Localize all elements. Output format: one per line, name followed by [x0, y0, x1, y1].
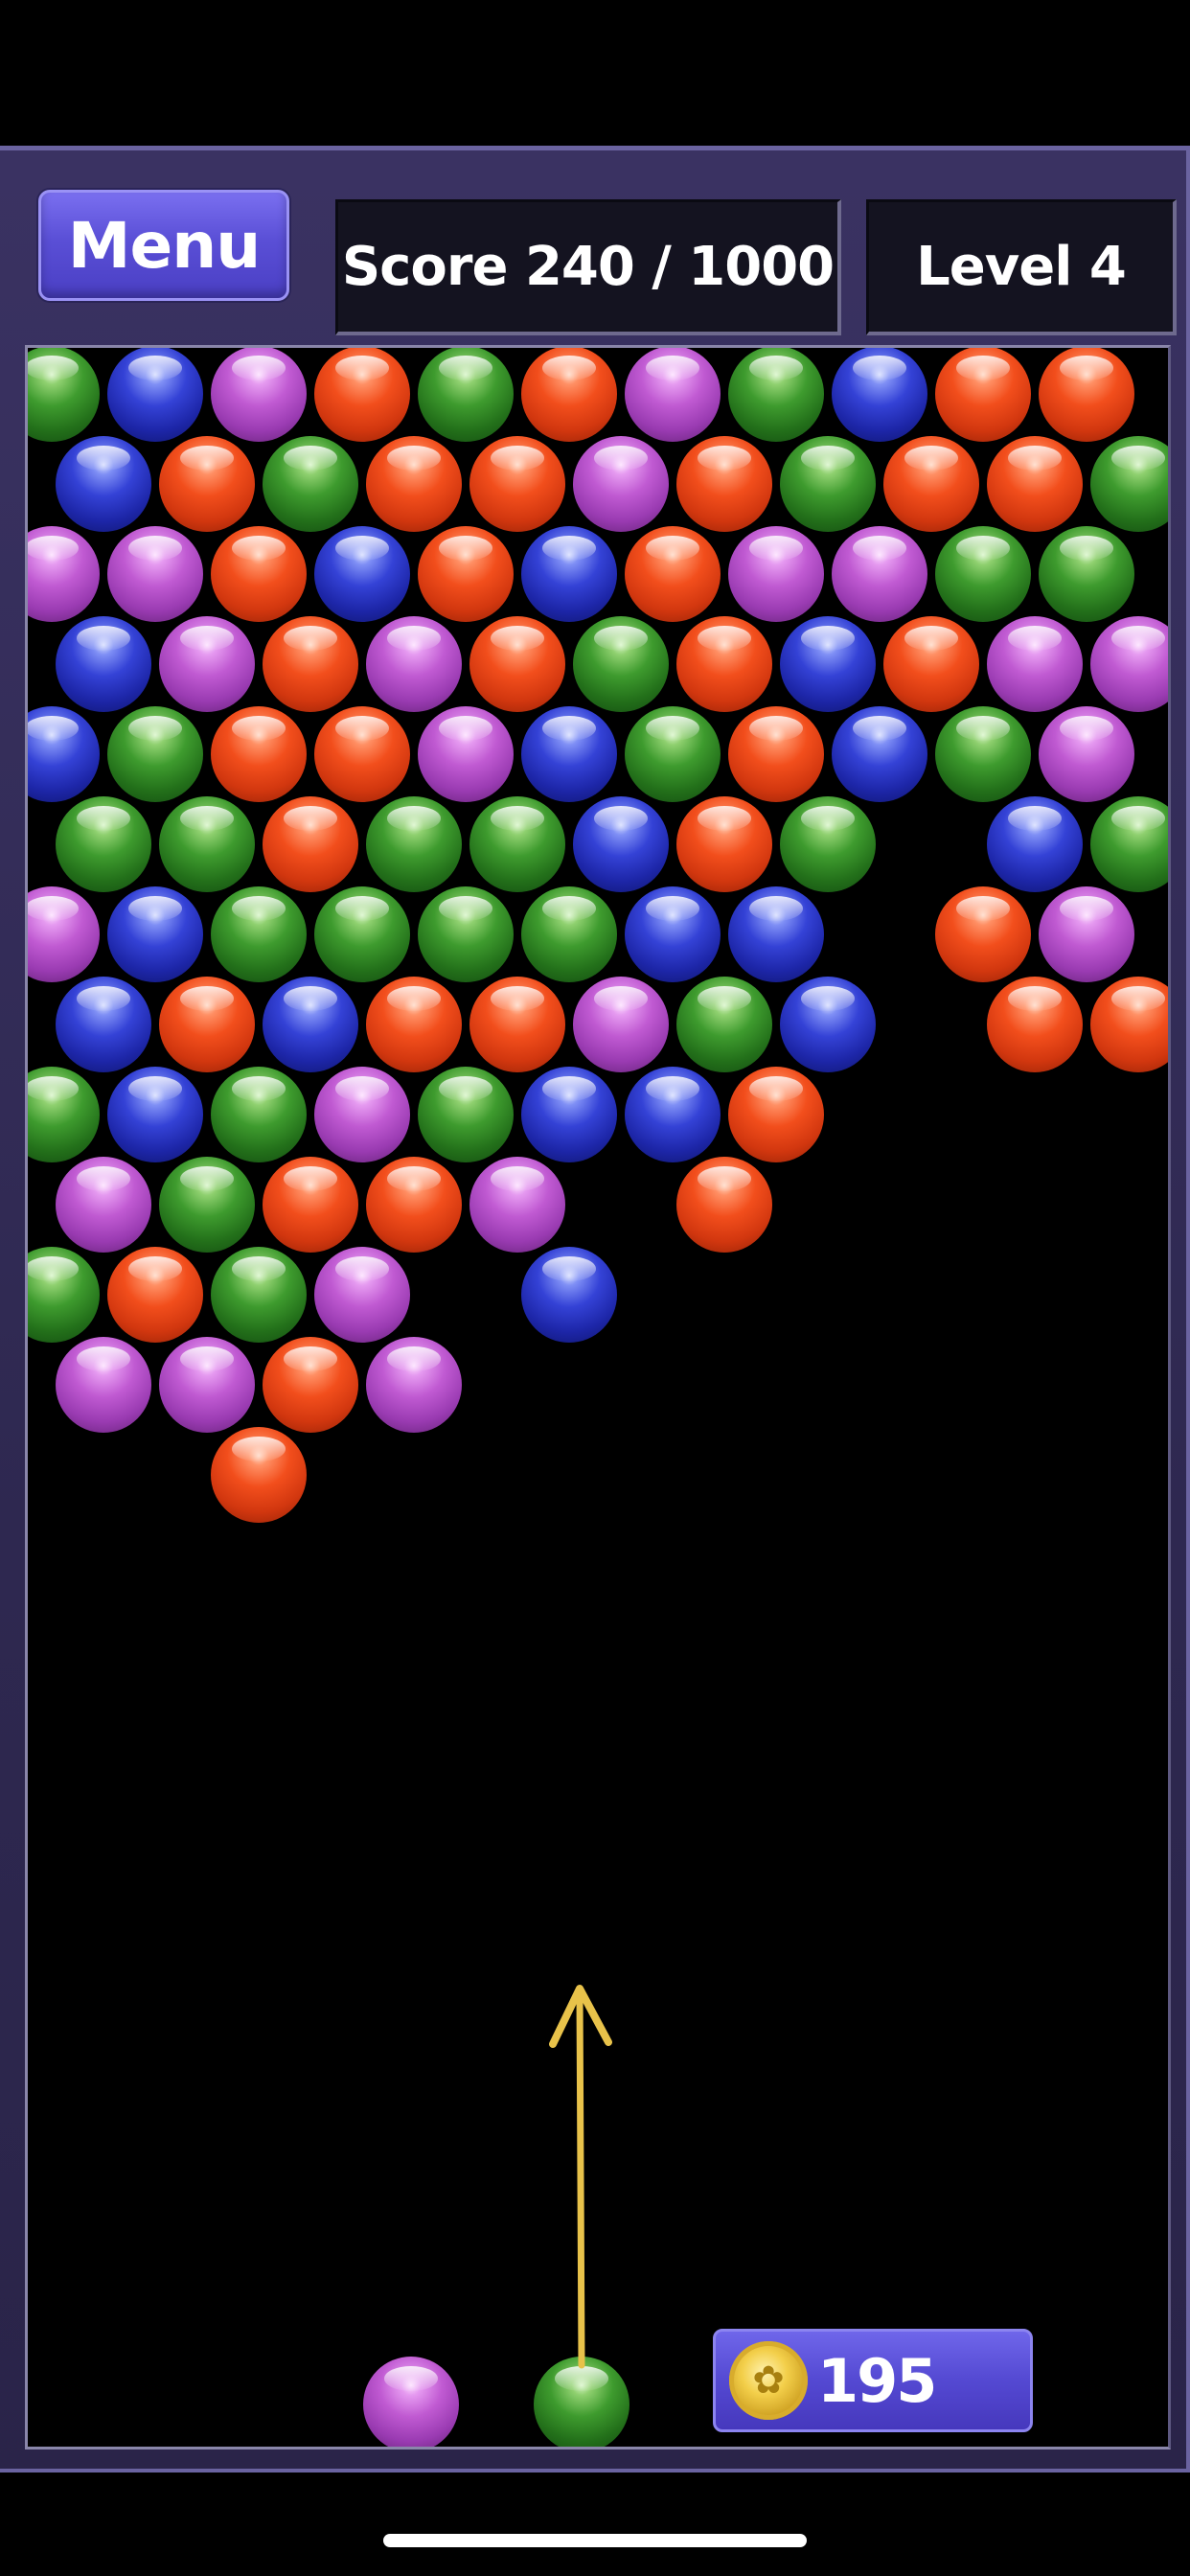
menu-button[interactable]: Menu: [38, 190, 289, 301]
coin-counter[interactable]: ✿ 195: [713, 2329, 1033, 2432]
aim-arrow: [549, 1985, 612, 2369]
coin-count: 195: [817, 2345, 937, 2416]
level-display: Level 4: [866, 199, 1177, 335]
playfield[interactable]: [25, 345, 1171, 2450]
score-display: Score 240 / 1000: [335, 199, 841, 335]
home-indicator[interactable]: [383, 2534, 807, 2547]
coin-icon: ✿: [729, 2341, 808, 2420]
